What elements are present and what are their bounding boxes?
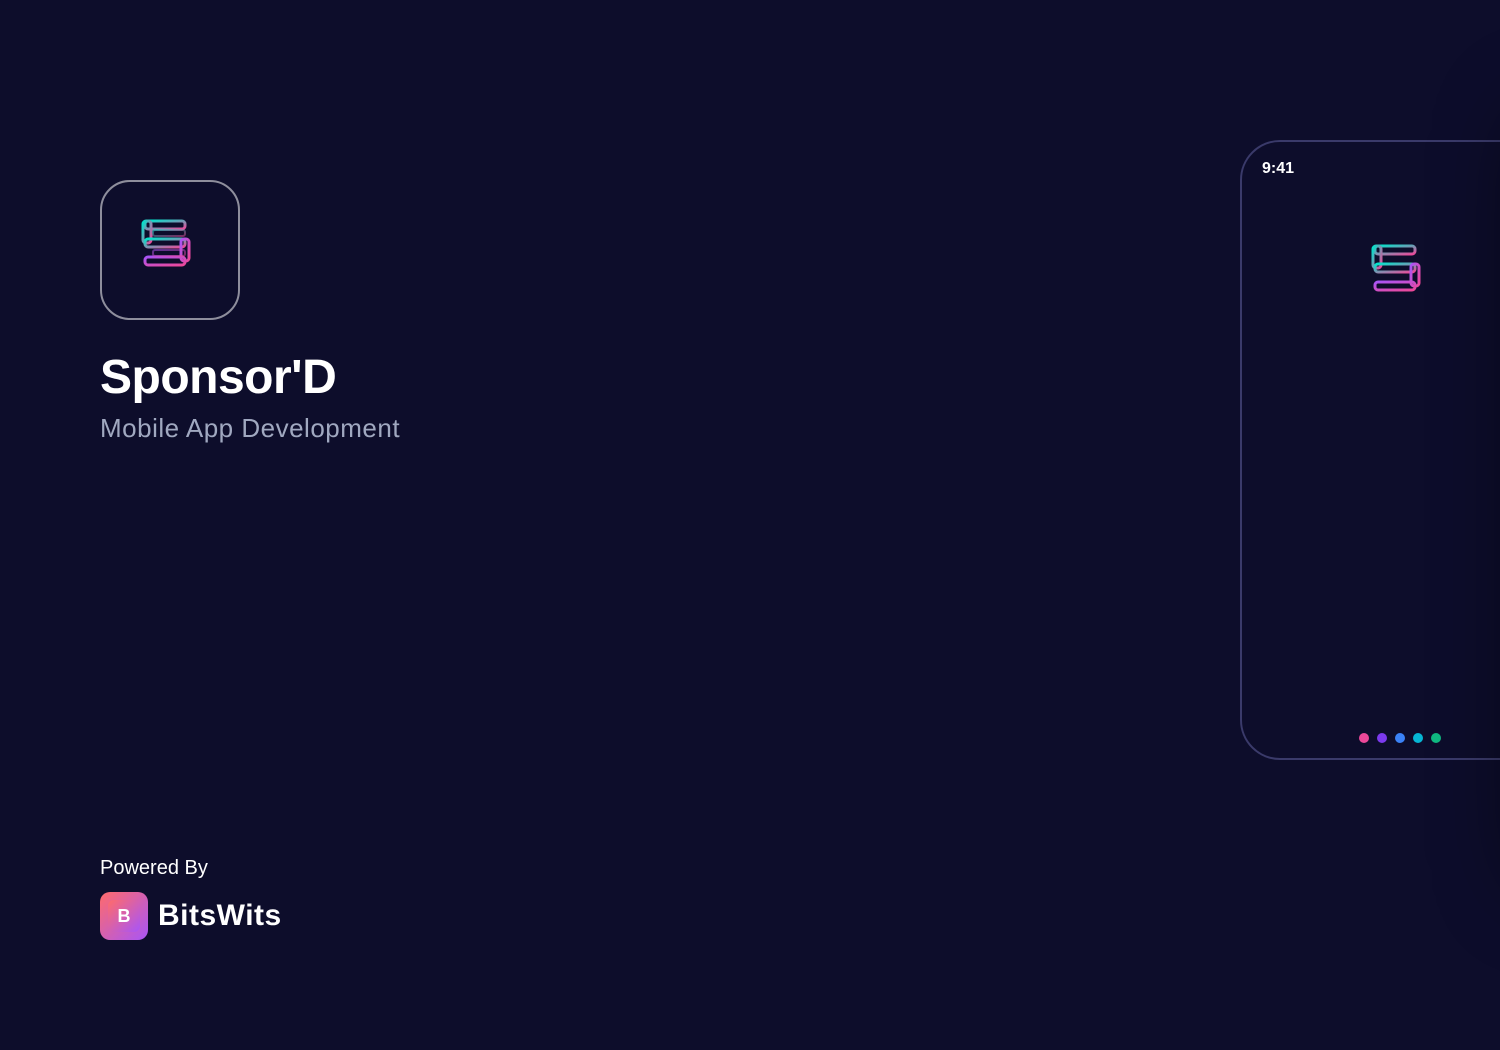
- app-title: Sponsor'D: [100, 350, 400, 405]
- app-logo-icon: [125, 205, 215, 295]
- powered-by-section: Powered By B BitsWits: [100, 857, 282, 940]
- powered-by-label: Powered By: [100, 857, 282, 880]
- phone-back-time: 9:41: [1242, 142, 1500, 190]
- svg-text:B: B: [118, 906, 131, 926]
- bitswits-icon: B: [100, 892, 148, 940]
- phone-back: 9:41: [1240, 140, 1500, 760]
- bitswits-logo: B BitsWits: [100, 892, 282, 940]
- left-section: Sponsor'D Mobile App Development: [100, 180, 400, 444]
- app-subtitle: Mobile App Development: [100, 413, 400, 444]
- bitswits-text: BitsWits: [158, 899, 282, 933]
- app-icon-wrapper: [100, 180, 240, 320]
- phone-back-logo: [1355, 230, 1445, 320]
- phone-back-dots: [1359, 733, 1441, 743]
